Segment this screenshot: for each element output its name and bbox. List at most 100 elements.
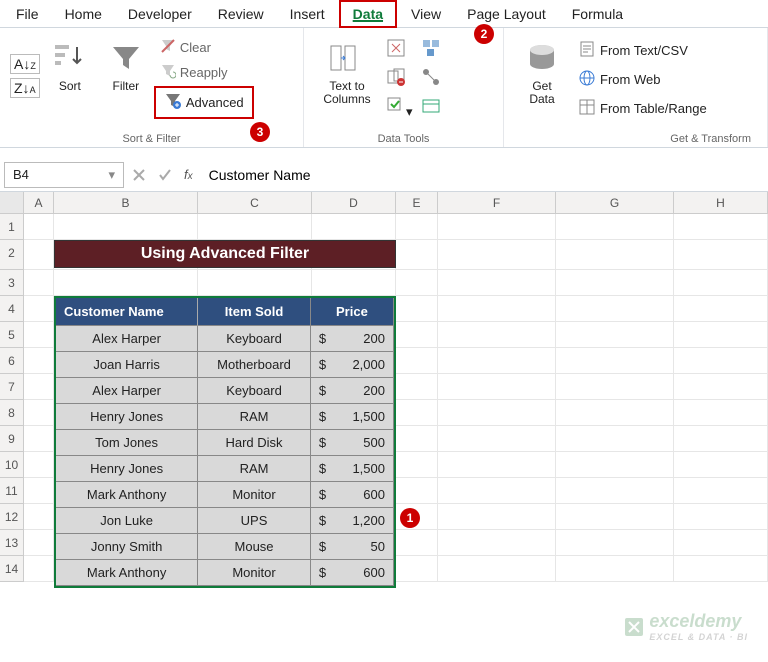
cell[interactable] — [556, 530, 674, 556]
cell[interactable] — [438, 556, 556, 582]
cell-item-sold[interactable]: Keyboard — [198, 326, 311, 352]
cell[interactable] — [396, 556, 438, 582]
cell[interactable] — [674, 556, 768, 582]
table-row[interactable]: Tom JonesHard Disk$500 — [56, 430, 394, 456]
flash-fill-icon[interactable] — [386, 38, 413, 61]
table-row[interactable]: Alex HarperKeyboard$200 — [56, 326, 394, 352]
cell[interactable] — [556, 348, 674, 374]
cell-price[interactable]: $200 — [311, 326, 394, 352]
col-header-f[interactable]: F — [438, 192, 556, 213]
cell[interactable] — [198, 214, 312, 240]
menu-view[interactable]: View — [399, 2, 453, 26]
table-row[interactable]: Henry JonesRAM$1,500 — [56, 456, 394, 482]
table-row[interactable]: Henry JonesRAM$1,500 — [56, 404, 394, 430]
cell[interactable] — [674, 240, 768, 270]
cell-price[interactable]: $600 — [311, 560, 394, 586]
cell[interactable] — [438, 322, 556, 348]
cell[interactable] — [396, 322, 438, 348]
cell-customer-name[interactable]: Tom Jones — [56, 430, 198, 456]
menu-review[interactable]: Review — [206, 2, 276, 26]
cell-customer-name[interactable]: Mark Anthony — [56, 482, 198, 508]
table-row[interactable]: Joan HarrisMotherboard$2,000 — [56, 352, 394, 378]
cell-customer-name[interactable]: Henry Jones — [56, 456, 198, 482]
cell[interactable] — [674, 452, 768, 478]
cell[interactable] — [24, 452, 54, 478]
cell[interactable] — [24, 322, 54, 348]
cell[interactable] — [24, 556, 54, 582]
formula-input[interactable] — [201, 162, 764, 188]
cell[interactable] — [674, 400, 768, 426]
menu-developer[interactable]: Developer — [116, 2, 204, 26]
cell[interactable] — [396, 296, 438, 322]
cell[interactable] — [438, 452, 556, 478]
row-header[interactable]: 1 — [0, 214, 24, 240]
cell-price[interactable]: $200 — [311, 378, 394, 404]
cell[interactable] — [438, 214, 556, 240]
cell-price[interactable]: $1,200 — [311, 508, 394, 534]
row-header[interactable]: 6 — [0, 348, 24, 374]
cell[interactable] — [556, 322, 674, 348]
row-header[interactable]: 2 — [0, 240, 24, 270]
chevron-down-icon[interactable]: ▾ — [108, 167, 115, 183]
cell[interactable] — [438, 374, 556, 400]
from-web-button[interactable]: From Web — [572, 67, 713, 92]
cell-item-sold[interactable]: Monitor — [198, 560, 311, 586]
cell-item-sold[interactable]: UPS — [198, 508, 311, 534]
filter-button[interactable]: Filter — [98, 32, 154, 119]
cell[interactable] — [24, 270, 54, 296]
cell[interactable] — [438, 400, 556, 426]
menu-file[interactable]: File — [4, 2, 51, 26]
cell[interactable] — [312, 270, 396, 296]
cell-item-sold[interactable]: RAM — [198, 404, 311, 430]
cell[interactable] — [556, 556, 674, 582]
menu-insert[interactable]: Insert — [278, 2, 337, 26]
cell-price[interactable]: $600 — [311, 482, 394, 508]
clear-button[interactable]: Clear — [154, 36, 254, 59]
consolidate-icon[interactable] — [421, 38, 441, 61]
from-table-range-button[interactable]: From Table/Range — [572, 96, 713, 121]
row-header[interactable]: 8 — [0, 400, 24, 426]
row-header[interactable]: 14 — [0, 556, 24, 582]
menu-formula[interactable]: Formula — [560, 2, 635, 26]
cell[interactable] — [556, 374, 674, 400]
cell[interactable] — [674, 504, 768, 530]
cell[interactable] — [438, 478, 556, 504]
sort-desc-icon[interactable]: Z↓A — [10, 78, 40, 98]
cell[interactable] — [312, 214, 396, 240]
row-header[interactable]: 10 — [0, 452, 24, 478]
cell-customer-name[interactable]: Jon Luke — [56, 508, 198, 534]
cell[interactable] — [556, 214, 674, 240]
table-row[interactable]: Jon LukeUPS$1,200 — [56, 508, 394, 534]
table-row[interactable]: Jonny SmithMouse$50 — [56, 534, 394, 560]
cell[interactable] — [674, 348, 768, 374]
col-header-a[interactable]: A — [24, 192, 54, 213]
cell[interactable] — [24, 504, 54, 530]
get-data-button[interactable]: Get Data — [512, 32, 572, 121]
row-header[interactable]: 5 — [0, 322, 24, 348]
cell[interactable] — [24, 240, 54, 270]
row-header[interactable]: 7 — [0, 374, 24, 400]
cell[interactable] — [396, 214, 438, 240]
enter-formula-button[interactable] — [154, 164, 176, 186]
cell[interactable] — [396, 478, 438, 504]
cell[interactable] — [24, 348, 54, 374]
cell[interactable] — [396, 348, 438, 374]
cell[interactable] — [674, 322, 768, 348]
cell[interactable] — [396, 374, 438, 400]
cell-customer-name[interactable]: Henry Jones — [56, 404, 198, 430]
cell-price[interactable]: $1,500 — [311, 404, 394, 430]
cell[interactable] — [674, 478, 768, 504]
cell[interactable] — [24, 478, 54, 504]
col-header-e[interactable]: E — [396, 192, 438, 213]
row-header[interactable]: 12 — [0, 504, 24, 530]
row-header[interactable]: 13 — [0, 530, 24, 556]
col-header-h[interactable]: H — [674, 192, 768, 213]
cell[interactable] — [396, 452, 438, 478]
sort-asc-icon[interactable]: A↓Z — [10, 54, 40, 74]
cell[interactable] — [556, 426, 674, 452]
cell[interactable] — [198, 270, 312, 296]
cell[interactable] — [556, 504, 674, 530]
cell-price[interactable]: $50 — [311, 534, 394, 560]
data-table[interactable]: Customer Name Item Sold Price Alex Harpe… — [54, 296, 396, 588]
cell[interactable] — [674, 426, 768, 452]
